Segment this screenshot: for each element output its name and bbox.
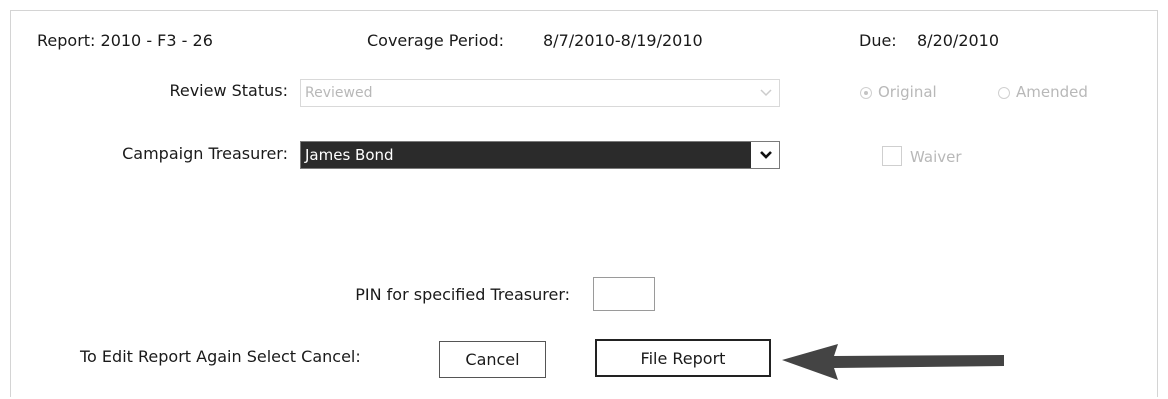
cancel-button[interactable]: Cancel [439,341,546,378]
chevron-down-icon [753,142,779,168]
amended-label: Amended [1016,83,1088,101]
coverage-period-label: Coverage Period: [367,31,505,50]
review-status-label: Review Status: [169,81,288,100]
review-status-select[interactable]: Reviewed [300,79,780,107]
coverage-period-value: 8/7/2010-8/19/2010 [543,31,703,50]
campaign-treasurer-value: James Bond [301,142,751,168]
due-date-value: 8/20/2010 [917,31,1000,50]
pin-label: PIN for specified Treasurer: [355,285,570,304]
pin-input[interactable] [593,277,655,311]
report-panel [10,10,1158,397]
review-status-value: Reviewed [305,85,373,101]
report-id: Report: 2010 - F3 - 26 [37,31,213,50]
original-label: Original [878,83,937,101]
edit-report-prompt: To Edit Report Again Select Cancel: [80,347,361,366]
campaign-treasurer-select[interactable]: James Bond [300,141,780,169]
waiver-label: Waiver [910,148,962,166]
chevron-down-icon [753,80,779,106]
file-report-button[interactable]: File Report [595,339,771,377]
campaign-treasurer-label: Campaign Treasurer: [122,144,288,163]
amended-radio[interactable] [998,87,1010,99]
left-arrow-icon [782,344,1004,380]
original-radio[interactable] [860,87,872,99]
waiver-checkbox[interactable] [882,146,902,166]
due-label: Due: [859,31,897,50]
